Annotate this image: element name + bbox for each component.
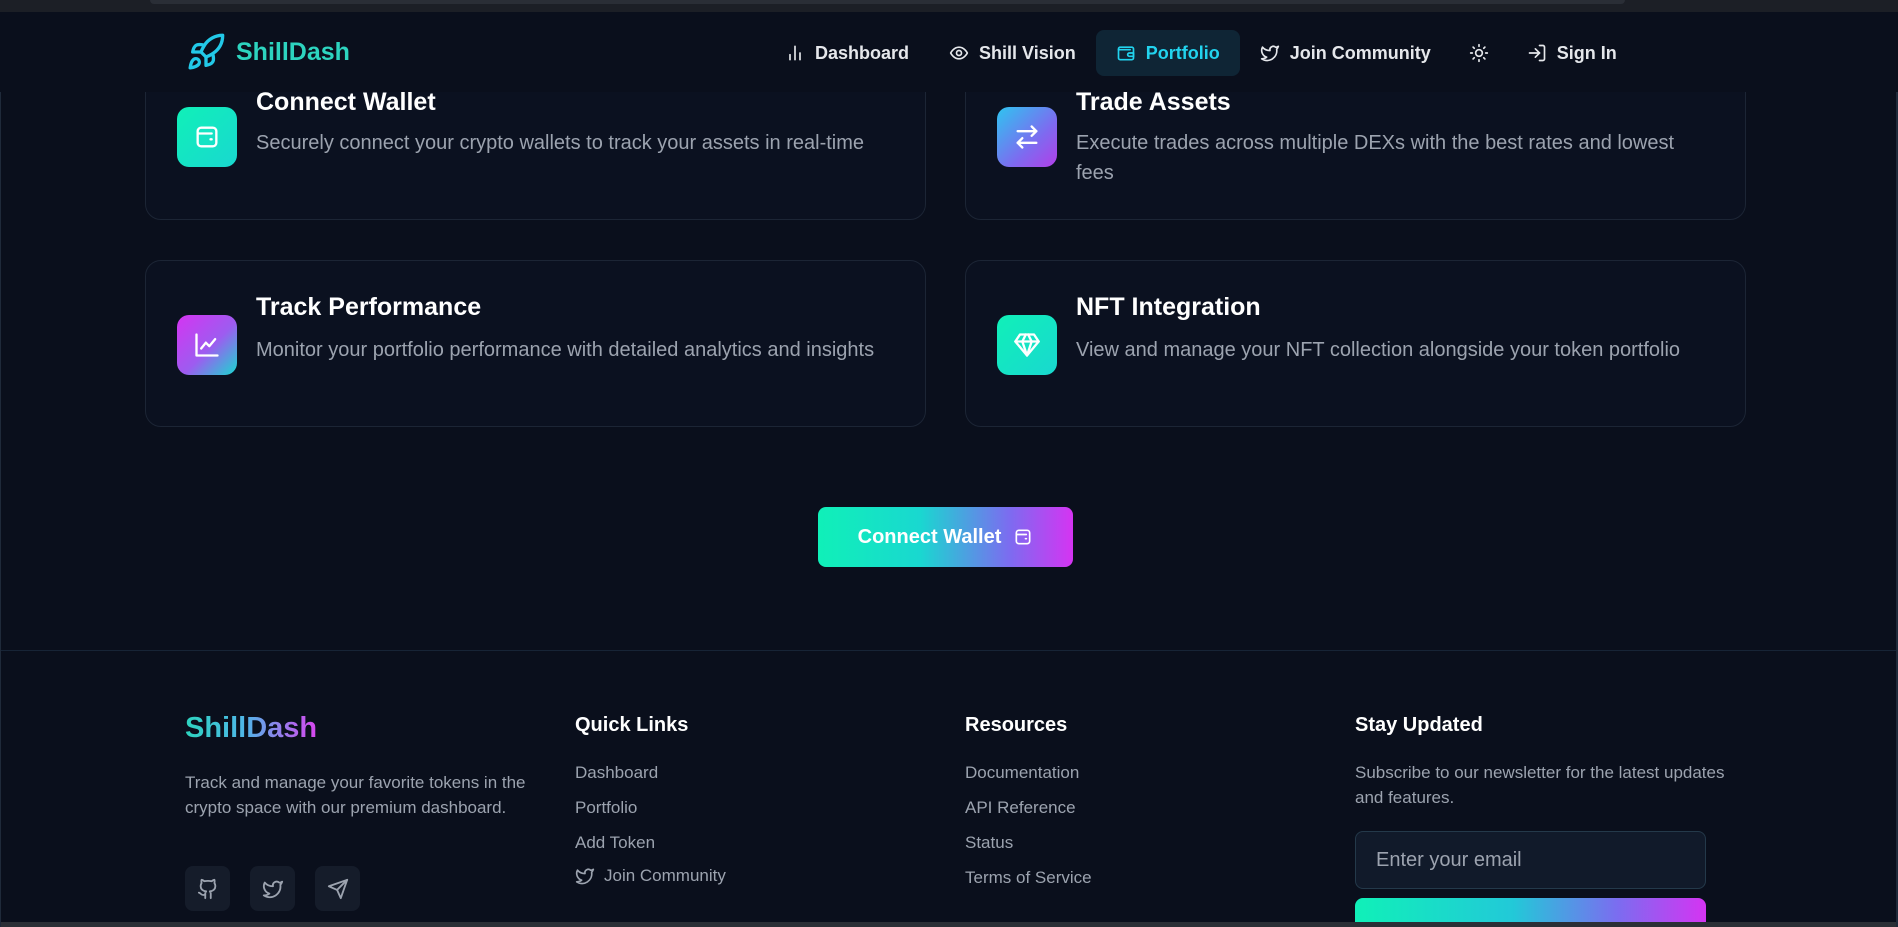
connect-wallet-button[interactable]: Connect Wallet [818, 507, 1073, 567]
nav-sign-in[interactable]: Sign In [1507, 30, 1803, 76]
footer-link-join-community[interactable]: Join Community [575, 866, 726, 886]
newsletter-description: Subscribe to our newsletter for the late… [1355, 763, 1725, 807]
twitter-icon [575, 868, 595, 885]
sign-in-icon [1528, 44, 1546, 62]
telegram-icon [327, 878, 348, 899]
logo-text: ShillDash [236, 37, 350, 66]
social-twitter-button[interactable] [250, 866, 295, 911]
github-icon [197, 878, 216, 899]
nav-dashboard-label: Dashboard [815, 42, 910, 63]
footer-link-documentation[interactable]: Documentation [965, 763, 1079, 783]
card-icon-bg [997, 107, 1057, 167]
card-icon-bg [997, 315, 1057, 375]
card-icon-bg [177, 315, 237, 375]
bar-chart-icon [789, 45, 801, 61]
card-description: Monitor your portfolio performance with … [256, 339, 875, 361]
footer-link-status[interactable]: Status [965, 833, 1013, 853]
twitter-icon [1260, 45, 1279, 62]
feature-card-nft-integration: NFT Integration View and manage your NFT… [965, 260, 1746, 427]
browser-top-strip [0, 0, 1898, 12]
footer-link-join-community-label: Join Community [604, 866, 726, 885]
logo[interactable]: ShillDash [186, 32, 350, 72]
footer-link-add-token[interactable]: Add Token [575, 833, 655, 853]
feature-card-track-performance: Track Performance Monitor your portfolio… [145, 260, 926, 427]
swap-arrows-icon [1016, 125, 1038, 149]
main-nav: Dashboard Shill Vision Portfolio Join Co… [765, 30, 1898, 76]
nav-sign-in-label: Sign In [1556, 42, 1617, 63]
site-header: ShillDash Dashboard Shill Vision Portfol… [0, 12, 1898, 92]
footer-divider [0, 650, 1898, 651]
resources-title: Resources [965, 714, 1068, 736]
card-description: View and manage your NFT collection alon… [1076, 339, 1681, 361]
footer-link-portfolio[interactable]: Portfolio [575, 798, 637, 818]
connect-wallet-label: Connect Wallet [857, 525, 1002, 548]
nav-join-community[interactable]: Join Community [1240, 30, 1451, 76]
gem-icon [1014, 333, 1040, 357]
social-telegram-button[interactable] [315, 866, 360, 911]
eye-icon [949, 46, 969, 60]
sun-icon [1469, 43, 1488, 63]
nav-dashboard[interactable]: Dashboard [765, 30, 929, 76]
quick-links-title: Quick Links [575, 714, 689, 736]
footer-link-dashboard[interactable]: Dashboard [575, 763, 658, 783]
rocket-icon [188, 33, 225, 70]
nav-portfolio-label: Portfolio [1145, 42, 1220, 63]
nav-shill-vision-label: Shill Vision [979, 42, 1076, 63]
card-description: Securely connect your crypto wallets to … [256, 132, 865, 154]
email-input[interactable] [1355, 831, 1706, 889]
wallet-icon [1015, 529, 1031, 545]
social-github-button[interactable] [185, 866, 230, 911]
card-description: Execute trades across multiple DEXs with… [1076, 132, 1675, 184]
browser-scroll-edge [150, 0, 1625, 4]
card-title: Connect Wallet [256, 88, 436, 116]
line-chart-icon [195, 333, 219, 357]
card-title: Trade Assets [1076, 88, 1231, 116]
footer-brand[interactable]: ShillDash [185, 712, 317, 745]
card-title: NFT Integration [1076, 293, 1261, 321]
browser-bottom-strip [0, 922, 1898, 927]
footer-link-terms-of-service[interactable]: Terms of Service [965, 868, 1092, 888]
nav-shill-vision[interactable]: Shill Vision [929, 30, 1096, 76]
theme-toggle-button[interactable] [1451, 30, 1507, 76]
nav-portfolio[interactable]: Portfolio [1095, 30, 1240, 76]
newsletter-title: Stay Updated [1355, 714, 1483, 736]
footer-link-api-reference[interactable]: API Reference [965, 798, 1076, 818]
card-title: Track Performance [256, 293, 482, 321]
card-icon-bg [177, 107, 237, 167]
twitter-icon [262, 880, 283, 898]
nav-join-community-label: Join Community [1289, 42, 1431, 63]
wallet-icon [196, 126, 218, 148]
footer-description: Track and manage your favorite tokens in… [185, 773, 526, 817]
wallet-icon [1117, 46, 1135, 61]
